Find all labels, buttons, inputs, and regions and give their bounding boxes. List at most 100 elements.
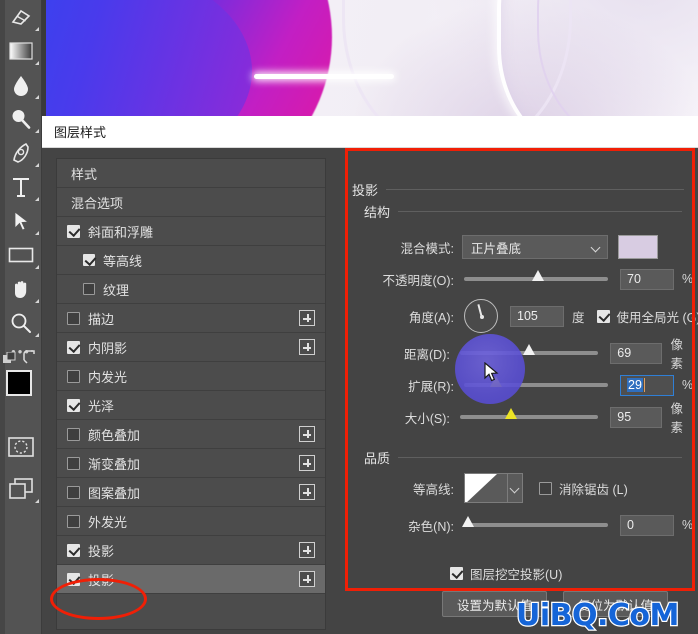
tool-corner-marker (35, 231, 39, 235)
angle-dial[interactable] (464, 299, 498, 333)
style-item-checkbox[interactable] (83, 254, 95, 266)
style-list-item[interactable]: 等高线 (57, 246, 325, 275)
opacity-unit: % (682, 272, 694, 286)
contour-select[interactable] (464, 473, 523, 503)
set-as-default-button[interactable]: 设置为默认值 (442, 591, 548, 617)
divider (398, 457, 682, 458)
add-effect-button[interactable] (299, 426, 315, 442)
style-list-item[interactable]: 斜面和浮雕 (57, 217, 325, 246)
style-list-item[interactable]: 外发光 (57, 507, 325, 536)
noise-unit: % (682, 518, 694, 532)
knockout-checkbox[interactable] (450, 566, 463, 580)
angle-row: 角度(A): 105 度 使用全局光 (G) (346, 298, 698, 334)
contour-preview[interactable] (464, 473, 508, 503)
style-item-label: 颜色叠加 (88, 427, 141, 443)
add-effect-button[interactable] (299, 310, 315, 326)
style-list-item[interactable]: 纹理 (57, 275, 325, 304)
style-list-item[interactable]: 样式 (57, 159, 325, 188)
style-item-checkbox[interactable] (67, 514, 80, 528)
size-slider[interactable] (459, 408, 599, 419)
blur-tool[interactable] (0, 68, 42, 102)
spread-slider[interactable] (464, 376, 608, 387)
type-tool[interactable] (0, 170, 42, 204)
distance-slider[interactable] (459, 344, 599, 355)
blend-mode-select[interactable]: 正片叠底 (462, 235, 608, 259)
style-list-item[interactable]: 渐变叠加 (57, 449, 325, 478)
style-list-item[interactable]: 内发光 (57, 362, 325, 391)
style-list-item[interactable]: 混合选项 (57, 188, 325, 217)
drop-shadow-options-panel[interactable]: 投影 结构 混合模式: 正片叠底 不透明度(O): 70 % 角度(A): 10… (346, 180, 698, 628)
style-list-item[interactable]: 投影 (57, 565, 325, 594)
chevron-down-icon[interactable] (508, 473, 523, 503)
distance-slider-handle[interactable] (522, 344, 535, 355)
style-list-panel[interactable]: 样式 混合选项 斜面和浮雕等高线纹理 描边 内阴影 内发光 光泽颜色叠加渐变叠加 图案叠加 外发… (56, 158, 326, 630)
style-item-checkbox[interactable] (67, 427, 80, 441)
style-item-checkbox[interactable] (67, 369, 80, 383)
global-light-label: 使用全局光 (G) (616, 310, 698, 325)
size-label: 大小(S): (404, 411, 450, 426)
distance-value: 69 (617, 346, 632, 360)
size-slider-handle[interactable] (504, 408, 517, 419)
screen-mode-button[interactable] (0, 472, 42, 506)
style-list-item[interactable]: 描边 (57, 304, 325, 333)
pen-tool[interactable] (0, 136, 42, 170)
style-list-item[interactable]: 投影 (57, 536, 325, 565)
foreground-color-swatch[interactable] (6, 370, 32, 396)
style-item-label: 等高线 (103, 253, 143, 269)
size-input[interactable]: 95 (610, 406, 663, 428)
antialias-checkbox[interactable] (539, 481, 552, 495)
style-item-checkbox[interactable] (83, 283, 95, 295)
style-item-checkbox[interactable] (67, 311, 80, 325)
add-effect-button[interactable] (299, 484, 315, 500)
swap-colors-icon[interactable] (23, 350, 37, 369)
dialog-title: 图层样式 (54, 125, 107, 140)
add-effect-button[interactable] (299, 339, 315, 355)
distance-input[interactable]: 69 (610, 342, 663, 364)
style-list-item[interactable]: 光泽 (57, 391, 325, 420)
spread-row: 扩展(R): 29 % (346, 374, 693, 396)
opacity-slider[interactable] (464, 270, 608, 281)
zoom-tool[interactable] (0, 306, 42, 340)
style-item-checkbox[interactable] (67, 485, 80, 499)
noise-slider[interactable] (462, 516, 608, 527)
style-item-checkbox[interactable] (67, 456, 80, 470)
path-selection-tool[interactable] (0, 204, 42, 238)
add-effect-button[interactable] (299, 542, 315, 558)
angle-input[interactable]: 105 (510, 305, 564, 327)
noise-input[interactable]: 0 (620, 514, 674, 536)
rectangle-tool[interactable] (0, 238, 42, 272)
style-list[interactable]: 样式 混合选项 斜面和浮雕等高线纹理 描边 内阴影 内发光 光泽颜色叠加渐变叠加 图案叠加 外发… (57, 159, 325, 594)
spread-input[interactable]: 29 (620, 374, 674, 396)
style-item-checkbox[interactable] (67, 543, 80, 557)
style-list-item[interactable]: 颜色叠加 (57, 420, 325, 449)
noise-value: 0 (627, 518, 634, 532)
global-light-checkbox[interactable] (596, 309, 610, 323)
document-canvas[interactable] (42, 0, 698, 116)
gradient-tool[interactable] (0, 34, 42, 68)
style-item-checkbox[interactable] (67, 398, 80, 412)
style-item-checkbox[interactable] (67, 340, 80, 354)
style-list-item[interactable]: 图案叠加 (57, 478, 325, 507)
add-effect-button[interactable] (299, 571, 315, 587)
noise-slider-handle[interactable] (462, 516, 474, 527)
quick-mask-button[interactable] (0, 430, 42, 464)
style-item-checkbox[interactable] (67, 224, 80, 238)
tools-panel[interactable]: ••• (0, 0, 44, 634)
add-effect-button[interactable] (299, 455, 315, 471)
opacity-input[interactable]: 70 (620, 268, 674, 290)
hand-tool[interactable] (0, 272, 42, 306)
dodge-tool[interactable] (0, 102, 42, 136)
style-item-checkbox[interactable] (67, 572, 80, 586)
default-colors-icon[interactable] (3, 351, 17, 371)
angle-hub (479, 314, 484, 319)
reset-to-default-button[interactable]: 复位为默认值 (563, 591, 669, 617)
opacity-slider-handle[interactable] (532, 270, 544, 281)
color-swatches[interactable] (0, 350, 44, 418)
shadow-color-swatch[interactable] (618, 235, 658, 259)
spread-slider-handle[interactable] (490, 376, 502, 387)
tool-corner-marker (35, 129, 39, 133)
text-caret (643, 378, 646, 392)
eraser-tool[interactable] (0, 0, 42, 34)
layer-style-dialog[interactable]: 图层样式 样式 混合选项 斜面和浮雕等高线纹理 描边 内阴影 内发光 光泽颜色叠加渐变叠加图… (42, 116, 698, 634)
style-list-item[interactable]: 内阴影 (57, 333, 325, 362)
